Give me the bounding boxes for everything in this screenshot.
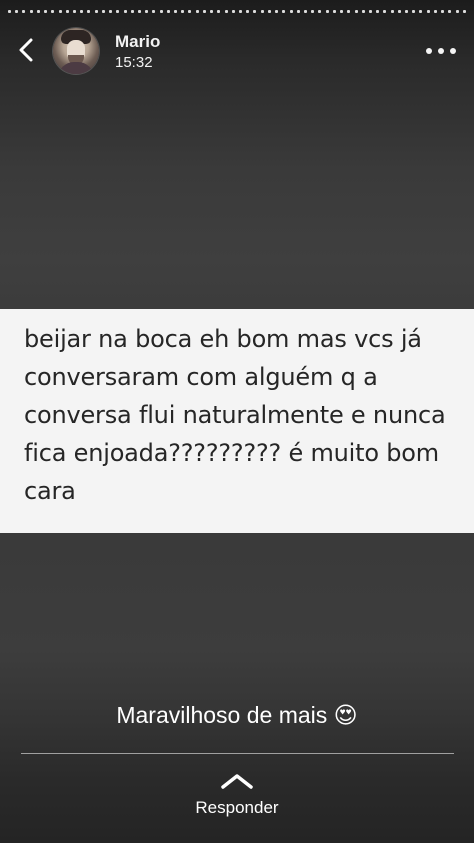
progress-segment [36,10,40,13]
more-dot [450,48,456,54]
avatar[interactable] [53,28,99,74]
progress-segment [29,10,33,13]
progress-segment [58,10,62,13]
story-timestamp: 15:32 [115,54,153,71]
progress-segment [282,10,286,13]
more-icon[interactable] [426,46,456,56]
user-name[interactable]: Mario [115,32,160,52]
progress-segment [332,10,336,13]
progress-segment [412,10,416,13]
progress-segment [361,10,365,13]
progress-segment [202,10,206,13]
shared-post-text: beijar na boca eh bom mas vcs já convers… [24,325,446,505]
progress-segment [441,10,445,13]
more-dot [426,48,432,54]
progress-segment [376,10,380,13]
progress-segment [80,10,84,13]
progress-segment [260,10,264,13]
progress-segment [347,10,351,13]
progress-segment [217,10,221,13]
progress-segment [145,10,149,13]
progress-segment [15,10,19,13]
progress-segment [224,10,228,13]
progress-segment [253,10,257,13]
story-progress-bar [8,10,466,13]
progress-segment [44,10,48,13]
progress-segment [123,10,127,13]
more-dot [438,48,444,54]
progress-segment [340,10,344,13]
progress-segment [246,10,250,13]
progress-segment [455,10,459,13]
progress-segment [72,10,76,13]
progress-segment [188,10,192,13]
shared-post-card[interactable]: beijar na boca eh bom mas vcs já convers… [0,309,474,533]
story-caption: Maravilhoso de mais 😍 [116,702,358,728]
progress-segment [354,10,358,13]
progress-segment [130,10,134,13]
progress-segment [383,10,387,13]
progress-segment [195,10,199,13]
progress-segment [109,10,113,13]
reply-button[interactable]: Responder [0,798,474,818]
progress-segment [419,10,423,13]
progress-segment [101,10,105,13]
progress-segment [303,10,307,13]
progress-segment [116,10,120,13]
progress-segment [137,10,141,13]
progress-segment [289,10,293,13]
progress-segment [210,10,214,13]
progress-segment [231,10,235,13]
progress-segment [22,10,26,13]
progress-segment [65,10,69,13]
progress-segment [433,10,437,13]
reply-divider [21,753,454,754]
progress-segment [267,10,271,13]
progress-segment [368,10,372,13]
progress-segment [51,10,55,13]
story-header: Mario 15:32 [0,24,474,80]
progress-segment [159,10,163,13]
progress-segment [296,10,300,13]
progress-segment [174,10,178,13]
progress-segment [87,10,91,13]
progress-segment [152,10,156,13]
progress-segment [239,10,242,13]
chevron-up-icon[interactable] [219,772,255,790]
chevron-left-icon[interactable] [14,37,40,63]
progress-segment [397,10,401,13]
progress-segment [405,10,409,13]
progress-segment [325,10,329,13]
progress-segment [448,10,452,13]
progress-segment [8,10,11,13]
avatar-shirt [58,62,94,74]
progress-segment [275,10,279,13]
progress-segment [318,10,322,13]
progress-segment [462,10,466,13]
progress-segment [166,10,170,13]
progress-segment [390,10,394,13]
progress-segment [426,10,430,13]
progress-segment [94,10,98,13]
progress-segment [311,10,315,13]
progress-segment [181,10,185,13]
